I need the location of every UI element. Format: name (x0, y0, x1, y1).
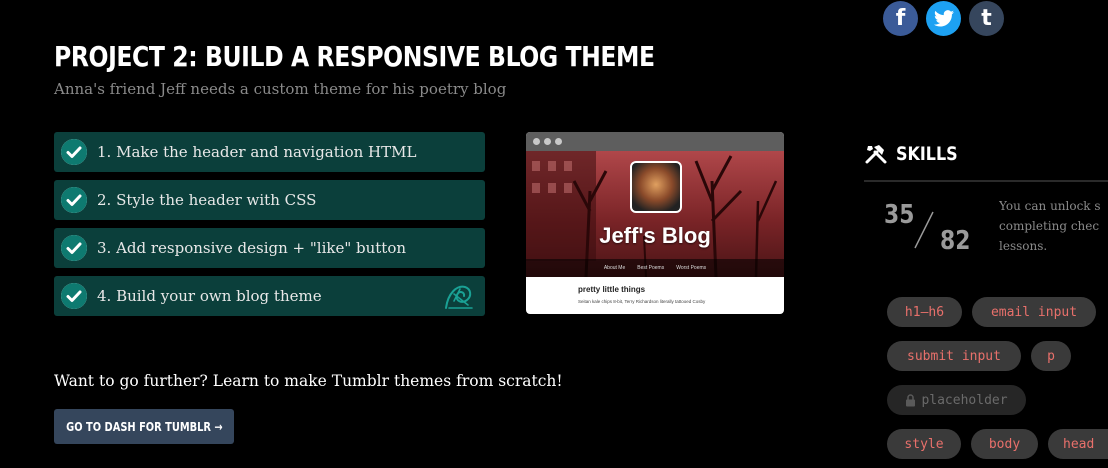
check-icon (61, 283, 87, 309)
blog-nav-item: Worst Poems (676, 265, 707, 271)
step-label: 4. Build your own blog theme (97, 287, 322, 305)
skills-count: 35 (884, 200, 915, 230)
skill-tag-label: style (904, 436, 944, 452)
skill-tag-label: placeholder (921, 392, 1008, 408)
tools-icon (865, 145, 887, 164)
page: f t PROJECT 2: BUILD A RESPONSIVE BLOG T… (0, 0, 1108, 468)
step-item-4[interactable]: 4. Build your own blog theme (54, 276, 485, 316)
step-item-3[interactable]: 3. Add responsive design + "like" button (54, 228, 485, 268)
blog-header-image: Jeff's Blog About Me Best Poems Worst Po… (526, 151, 784, 277)
check-icon (61, 139, 87, 165)
blog-title: Jeff's Blog (599, 223, 711, 248)
post-text: Seitan kale chips 8-bit, Terry Richardso… (578, 299, 706, 304)
browser-bar (526, 132, 784, 151)
tumblr-icon: t (981, 6, 992, 31)
step-item-1[interactable]: 1. Make the header and navigation HTML (54, 132, 485, 172)
skills-header: SKILLS (864, 143, 969, 165)
step-list: 1. Make the header and navigation HTML 2… (54, 132, 485, 324)
step-item-2[interactable]: 2. Style the header with CSS (54, 180, 485, 220)
further-text: Want to go further? Learn to make Tumblr… (54, 372, 563, 390)
skill-tag-h1-h6[interactable]: h1–h6 (887, 297, 962, 327)
skill-tag-style[interactable]: style (887, 429, 961, 459)
unlock-text: You can unlock s completing chec lessons… (999, 196, 1108, 256)
skill-tag-body[interactable]: body (971, 429, 1038, 459)
lock-icon (906, 393, 916, 406)
skill-tag-submit-input[interactable]: submit input (887, 341, 1021, 371)
skill-tag-head[interactable]: head (1048, 429, 1108, 459)
skills-total: 82 (940, 226, 971, 256)
skills-title: SKILLS (896, 143, 958, 165)
skill-tag-label: head (1063, 436, 1095, 452)
dash-for-tumblr-button[interactable]: GO TO DASH FOR TUMBLR → (54, 409, 234, 444)
project-subtitle: Anna's friend Jeff needs a custom theme … (54, 80, 507, 98)
facebook-icon: f (895, 6, 906, 31)
check-icon (61, 235, 87, 261)
twitter-icon (933, 10, 954, 27)
blog-nav: About Me Best Poems Worst Poems (526, 259, 784, 277)
skill-tag-label: p (1047, 348, 1055, 364)
window-dot (533, 138, 540, 145)
skill-tag-label: submit input (907, 348, 1001, 364)
facebook-share-button[interactable]: f (883, 1, 918, 36)
unlock-line: completing chec (999, 219, 1100, 233)
theme-preview: Jeff's Blog About Me Best Poems Worst Po… (526, 132, 784, 314)
skill-tag-label: h1–h6 (904, 304, 945, 320)
project-title: PROJECT 2: BUILD A RESPONSIVE BLOG THEME (54, 40, 655, 73)
dash-button-label: GO TO DASH FOR TUMBLR → (65, 419, 223, 434)
window-dot (544, 138, 551, 145)
tumbleweed-icon (443, 281, 475, 315)
blog-nav-item: About Me (603, 265, 626, 271)
check-icon (61, 187, 87, 213)
social-share: f t (883, 1, 1004, 36)
skill-tag-email-input[interactable]: email input (972, 297, 1096, 327)
step-label: 2. Style the header with CSS (97, 191, 317, 209)
skill-tag-p[interactable]: p (1031, 341, 1071, 371)
skills-divider (864, 180, 1108, 182)
blog-post: pretty little things Seitan kale chips 8… (526, 277, 784, 304)
step-label: 3. Add responsive design + "like" button (97, 239, 407, 257)
unlock-line: You can unlock s (999, 199, 1101, 213)
count-slash (914, 211, 934, 249)
window-dot (555, 138, 562, 145)
unlock-line: lessons. (999, 239, 1048, 253)
skill-tag-placeholder[interactable]: placeholder (887, 385, 1026, 415)
skill-tag-label: body (988, 436, 1021, 452)
tumblr-share-button[interactable]: t (969, 1, 1004, 36)
blog-nav-item: Best Poems (637, 265, 665, 271)
twitter-share-button[interactable] (926, 1, 961, 36)
post-title: pretty little things (578, 285, 646, 294)
blog-avatar (630, 161, 682, 213)
step-label: 1. Make the header and navigation HTML (97, 143, 417, 161)
skill-tag-label: email input (990, 304, 1078, 320)
